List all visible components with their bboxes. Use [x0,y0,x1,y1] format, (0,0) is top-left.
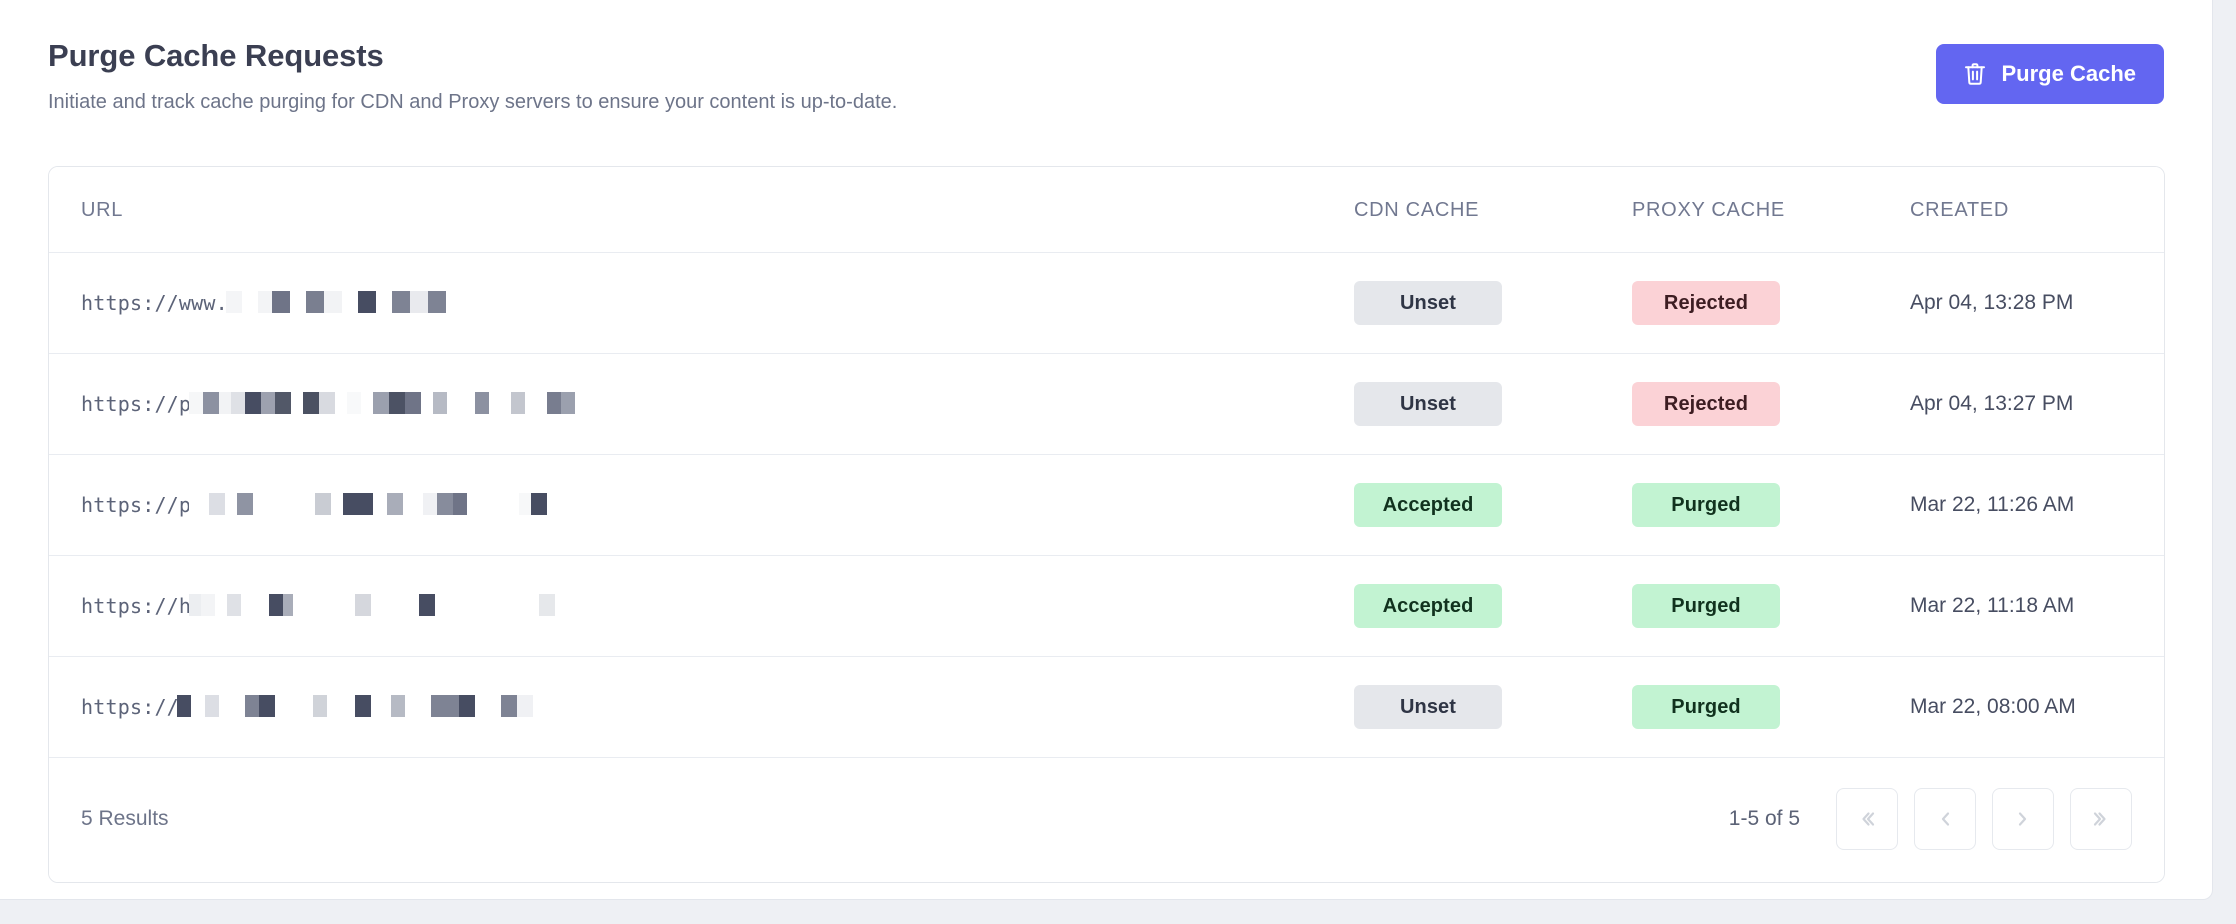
double-chevron-left-icon [1854,806,1880,832]
cell-proxy-cache: Purged [1632,455,1910,556]
table-row[interactable]: https://p Accepted Purged Mar 22, 11:26 AM [49,455,2165,556]
column-header-proxy-cache: PROXY CACHE [1632,167,1910,253]
proxy-cache-badge: Rejected [1632,382,1780,426]
url-redaction [226,291,446,317]
page-title: Purge Cache Requests [48,36,2164,76]
cell-created: Mar 22, 11:26 AM [1910,455,2165,556]
page-shell: Purge Cache Requests Initiate and track … [0,0,2236,924]
column-header-url: URL [49,167,1354,253]
page-header: Purge Cache Requests Initiate and track … [48,36,2164,128]
url-text: https://p [81,493,191,517]
purge-cache-button-label: Purge Cache [2002,61,2137,87]
created-timestamp: Apr 04, 13:28 PM [1910,291,2073,314]
cell-created: Apr 04, 13:28 PM [1910,253,2165,354]
cell-url: https://p [49,455,1354,556]
table-header-row: URL CDN CACHE PROXY CACHE CREATED [49,167,2165,253]
table-row[interactable]: https://www. Unset Rejected Apr 04, 13:28 P… [49,253,2165,354]
pagination-range: 1-5 of 5 [1729,807,1800,831]
proxy-cache-badge: Purged [1632,483,1780,527]
cdn-cache-badge: Unset [1354,685,1502,729]
url-redaction [189,493,547,519]
url-text: https://h [81,594,191,618]
previous-page-button[interactable] [1914,788,1976,850]
cell-url: https://h [49,556,1354,657]
purge-requests-table: URL CDN CACHE PROXY CACHE CREATED https:… [49,167,2165,758]
url-redaction [189,392,575,418]
cell-proxy-cache: Rejected [1632,253,1910,354]
url-redaction [177,695,533,721]
created-timestamp: Apr 04, 13:27 PM [1910,392,2073,415]
cell-created: Apr 04, 13:27 PM [1910,354,2165,455]
chevron-left-icon [1932,806,1958,832]
cdn-cache-badge: Unset [1354,281,1502,325]
cell-created: Mar 22, 11:18 AM [1910,556,2165,657]
content-panel: Purge Cache Requests Initiate and track … [0,0,2213,900]
cell-url: https:// [49,657,1354,758]
created-timestamp: Mar 22, 08:00 AM [1910,695,2076,718]
table-body: https://www. Unset Rejected Apr 04, 13:28 P… [49,253,2165,758]
purge-cache-button[interactable]: Purge Cache [1936,44,2165,104]
cell-url: https://www. [49,253,1354,354]
table-footer: 5 Results 1-5 of 5 [49,758,2164,882]
page-subtitle: Initiate and track cache purging for CDN… [48,89,2164,115]
proxy-cache-badge: Purged [1632,584,1780,628]
chevron-right-icon [2010,806,2036,832]
cell-cdn-cache: Accepted [1354,556,1632,657]
url-text: https://p [81,392,191,416]
cell-proxy-cache: Rejected [1632,354,1910,455]
column-header-cdn-cache: CDN CACHE [1354,167,1632,253]
table-row[interactable]: https:// Unset Purged Mar 22, 08:00 AM [49,657,2165,758]
last-page-button[interactable] [2070,788,2132,850]
cell-cdn-cache: Unset [1354,354,1632,455]
double-chevron-right-icon [2088,806,2114,832]
pagination: 1-5 of 5 [1729,788,2132,850]
url-redaction [189,594,555,620]
created-timestamp: Mar 22, 11:18 AM [1910,594,2074,617]
cell-proxy-cache: Purged [1632,556,1910,657]
table-row[interactable]: https://p Unset Rejected Apr 04, 13:27 PM [49,354,2165,455]
cdn-cache-badge: Unset [1354,382,1502,426]
cell-url: https://p [49,354,1354,455]
first-page-button[interactable] [1836,788,1898,850]
created-timestamp: Mar 22, 11:26 AM [1910,493,2074,516]
next-page-button[interactable] [1992,788,2054,850]
cell-proxy-cache: Purged [1632,657,1910,758]
trash-icon [1964,62,1986,86]
url-text: https:// [81,695,179,719]
proxy-cache-badge: Rejected [1632,281,1780,325]
cell-created: Mar 22, 08:00 AM [1910,657,2165,758]
table-row[interactable]: https://h Accepted Purged Mar 22, 11:18 AM [49,556,2165,657]
cdn-cache-badge: Accepted [1354,483,1502,527]
cell-cdn-cache: Unset [1354,657,1632,758]
cell-cdn-cache: Unset [1354,253,1632,354]
proxy-cache-badge: Purged [1632,685,1780,729]
table-header: URL CDN CACHE PROXY CACHE CREATED [49,167,2165,253]
cdn-cache-badge: Accepted [1354,584,1502,628]
url-text: https://www. [81,291,228,315]
results-count: 5 Results [81,807,169,831]
cell-cdn-cache: Accepted [1354,455,1632,556]
purge-requests-card: URL CDN CACHE PROXY CACHE CREATED https:… [48,166,2165,883]
column-header-created: CREATED [1910,167,2165,253]
